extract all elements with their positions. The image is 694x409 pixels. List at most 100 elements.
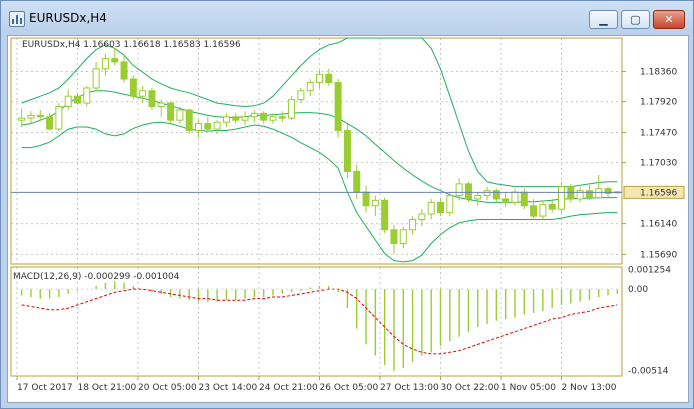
bollinger-middle-line — [21, 90, 618, 203]
candle — [139, 85, 147, 104]
candle — [297, 87, 305, 104]
macd-panel-border — [10, 266, 623, 377]
candle-body — [390, 229, 398, 244]
candle-body — [353, 171, 361, 193]
candle — [483, 186, 491, 201]
time-axis-label: 23 Oct 14:00 — [199, 383, 258, 393]
candle — [390, 224, 398, 254]
candle-body — [204, 123, 212, 130]
candle-body — [399, 229, 407, 244]
candle-body — [427, 201, 435, 215]
close-icon: ✕ — [664, 13, 674, 26]
candle — [558, 181, 565, 213]
candle — [409, 216, 417, 235]
candle — [567, 183, 575, 203]
candle — [474, 192, 482, 206]
candle — [381, 197, 389, 234]
candle — [427, 198, 435, 220]
candle-body — [558, 186, 565, 210]
price-axis-label: 1.18360 — [640, 68, 677, 78]
candle — [418, 209, 426, 227]
candle-body — [64, 95, 72, 107]
candle-body — [483, 190, 491, 197]
candle-body — [409, 218, 417, 231]
candle-body — [18, 117, 26, 121]
candle — [362, 185, 370, 213]
candle-body — [325, 73, 333, 84]
candle-body — [343, 129, 351, 173]
candle-body — [548, 203, 556, 210]
candle — [148, 87, 156, 110]
candle-body — [260, 112, 268, 121]
candle — [185, 108, 193, 134]
candle-body — [83, 87, 91, 104]
main-legend: EURUSDx,H4 1.16603 1.16618 1.16583 1.165… — [22, 40, 241, 50]
candle-body — [334, 82, 342, 131]
candle — [55, 103, 63, 132]
candle — [446, 192, 454, 217]
candle — [250, 109, 258, 123]
maximize-icon: ▢ — [630, 13, 641, 26]
candle-body — [455, 183, 463, 197]
candle — [64, 89, 72, 110]
candle-body — [46, 116, 54, 130]
candle-body — [232, 116, 240, 121]
title-bar[interactable]: EURUSDx,H4 ▁ ▢ ✕ — [1, 1, 693, 35]
macd-axis-label: 0.00 — [628, 285, 648, 295]
time-axis-label: 27 Oct 13:00 — [380, 383, 439, 393]
candle — [83, 85, 91, 107]
candle-body — [185, 109, 193, 131]
window-title: EURUSDx,H4 — [29, 11, 107, 25]
candle-body — [306, 82, 314, 92]
chart-axes: 1.18360 1.17920 1.17470 1.17030 1.16140 1.156… — [11, 68, 685, 393]
candle-body — [595, 188, 603, 199]
chart-area[interactable]: 1.18360 1.17920 1.17470 1.17030 1.16140 1.156… — [7, 35, 689, 403]
candle-body — [362, 191, 370, 207]
candle — [195, 120, 202, 138]
candle-body — [55, 105, 63, 130]
candle-body — [464, 183, 472, 200]
close-button[interactable]: ✕ — [653, 10, 685, 29]
candle — [502, 192, 510, 208]
candle-body — [129, 78, 137, 97]
candle-body — [222, 116, 230, 123]
candle-body — [176, 109, 184, 121]
candle-body — [213, 121, 221, 130]
price-axis-label: 1.17470 — [640, 129, 677, 139]
candle — [306, 79, 314, 97]
candle — [222, 113, 230, 128]
minimize-button[interactable]: ▁ — [589, 10, 618, 29]
candlesticks — [18, 48, 621, 254]
candle — [511, 188, 519, 206]
candle — [278, 111, 286, 123]
candle-body — [530, 205, 538, 217]
chart-window: EURUSDx,H4 ▁ ▢ ✕ 1.18360 1.17920 1.17470 1.… — [0, 0, 694, 409]
candle-body — [157, 102, 165, 107]
time-axis-label: 26 Oct 05:00 — [320, 383, 379, 393]
chart-canvas[interactable]: 1.18360 1.17920 1.17470 1.17030 1.16140 1.156… — [8, 36, 688, 402]
time-axis-label: 17 Oct 2017 — [17, 383, 73, 393]
candle — [74, 92, 81, 105]
candle — [101, 53, 109, 76]
candle-body — [446, 195, 454, 214]
maximize-button[interactable]: ▢ — [621, 10, 650, 29]
candle-body — [585, 190, 593, 199]
candle — [241, 111, 249, 125]
candle-body — [520, 191, 528, 207]
candle — [343, 123, 351, 179]
macd-legend: MACD(12,26,9) -0.000299 -0.001004 — [13, 272, 180, 282]
candle-body — [111, 58, 119, 63]
candle-body — [288, 99, 296, 119]
candle — [288, 96, 296, 121]
candle — [129, 75, 137, 100]
candle — [232, 113, 240, 124]
chart-window-icon[interactable] — [9, 11, 25, 27]
candle — [595, 174, 603, 199]
candle — [36, 109, 44, 121]
candle — [371, 195, 379, 217]
candle-body — [250, 112, 258, 118]
candle-body — [92, 68, 100, 89]
candle — [399, 226, 407, 249]
candle — [353, 164, 361, 199]
time-axis-label: 20 Oct 05:00 — [138, 383, 197, 393]
